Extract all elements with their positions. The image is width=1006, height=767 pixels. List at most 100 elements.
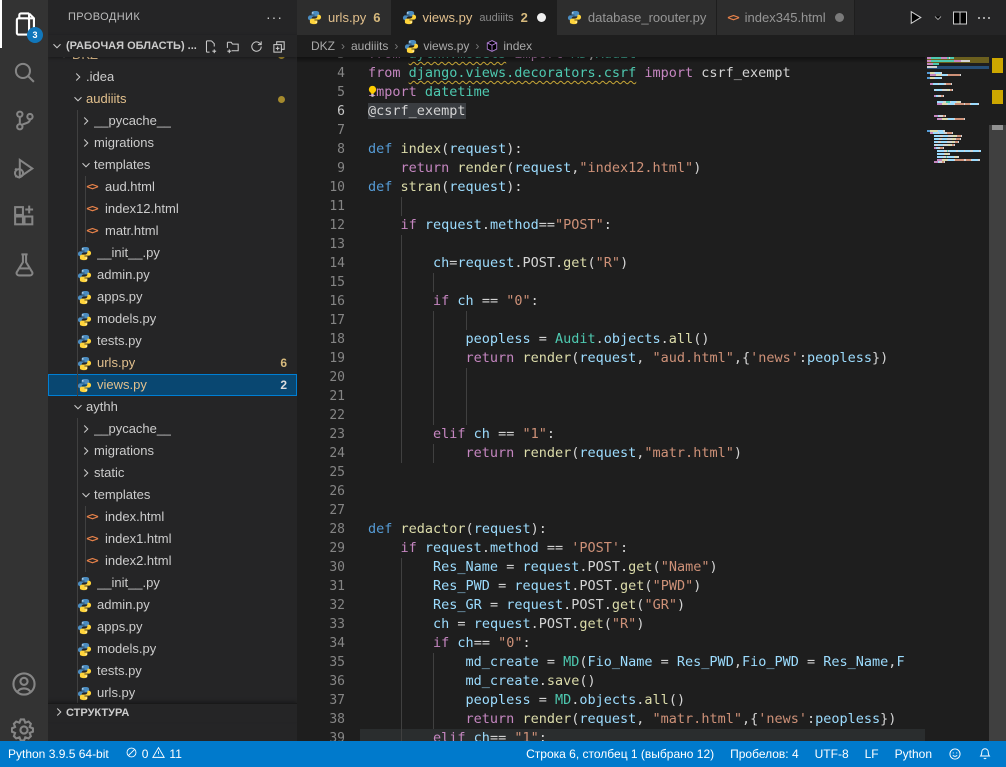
indentation[interactable]: Пробелов: 4 [722,741,807,767]
line-number: 22 [297,406,345,425]
activity-bar: 3 [0,0,48,741]
tree-item-audiiits[interactable]: audiiits [48,88,297,110]
explorer-sidebar: ПРОВОДНИК ··· (РАБОЧАЯ ОБЛАСТЬ) ... DKZ.… [48,0,297,741]
encoding[interactable]: UTF-8 [807,741,857,767]
tree-item-apps.py[interactable]: apps.py [48,286,297,308]
tree-item-tests.py[interactable]: tests.py [48,330,297,352]
notifications-bell-icon[interactable] [970,741,1000,767]
tree-item-apps.py[interactable]: apps.py [48,616,297,638]
code-line-10: 10def stran(request): [297,178,925,197]
sidebar-header: ПРОВОДНИК ··· [48,0,297,35]
tree-item-admin.py[interactable]: admin.py [48,264,297,286]
activitybar-explorer-icon[interactable]: 3 [0,0,48,48]
tree-item-migrations[interactable]: migrations [48,132,297,154]
tree-item-__pycache__[interactable]: __pycache__ [48,110,297,132]
tab-index345.html[interactable]: <> index345.html [717,0,854,35]
code-editor[interactable]: 3from aythh.models import MD,Audit4from … [297,57,1006,741]
problems-status[interactable]: 0 11 [117,741,190,767]
activitybar-run-and-debug-icon[interactable] [0,144,48,192]
outline-section-header[interactable]: СТРУКТУРА [48,703,297,722]
breadcrumb-item-audiiits[interactable]: audiiits [351,39,388,53]
tree-item-label: models.py [97,308,156,330]
tree-item-label: tests.py [97,330,142,352]
activitybar-search-icon[interactable] [0,48,48,96]
tree-item-__init__.py[interactable]: __init__.py [48,242,297,264]
tree-item-aythh[interactable]: aythh [48,396,297,418]
code-line-22: 22 [297,406,925,425]
tree-item-models.py[interactable]: models.py [48,308,297,330]
breadcrumb-item-DKZ[interactable]: DKZ [311,39,335,53]
tree-item-templates[interactable]: templates [48,484,297,506]
line-number: 33 [297,615,345,634]
tree-item-urls.py[interactable]: urls.py [48,682,297,704]
breadcrumb-item-views.py[interactable]: views.py [404,39,469,54]
minimap[interactable] [925,57,989,741]
activitybar-extensions-icon[interactable] [0,192,48,240]
tree-item-label: apps.py [97,616,143,638]
tree-item-models.py[interactable]: models.py [48,638,297,660]
scrollbar-thumb[interactable] [989,125,1006,741]
activitybar-source-control-icon[interactable] [0,96,48,144]
refresh-explorer-icon[interactable] [249,39,264,54]
tree-item-label: views.py [97,374,147,396]
line-number: 30 [297,558,345,577]
new-file-icon[interactable] [203,39,218,54]
tree-item-label: DKZ [72,57,98,66]
line-number: 13 [297,235,345,254]
python-interpreter[interactable]: Python 3.9.5 64-bit [0,741,117,767]
tree-item-DKZ[interactable]: DKZ [48,57,297,66]
breadcrumb-item-index[interactable]: index [485,39,532,53]
language-mode[interactable]: Python [887,741,940,767]
tree-item-label: tests.py [97,660,142,682]
line-number: 21 [297,387,345,406]
line-number: 18 [297,330,345,349]
tree-item-.idea[interactable]: .idea [48,66,297,88]
line-number: 6 [297,102,345,121]
tree-item-__init__.py[interactable]: __init__.py [48,572,297,594]
explorer-more-icon[interactable]: ··· [266,0,283,35]
python-file-icon [76,268,92,283]
more-actions-icon[interactable] [974,8,994,28]
tab-urls.py[interactable]: urls.py6 [297,0,392,35]
code-line-6: 6@csrf_exempt [297,102,925,121]
cursor-position[interactable]: Строка 6, столбец 1 (выбрано 12) [518,741,722,767]
tree-item-__pycache__[interactable]: __pycache__ [48,418,297,440]
tree-item-admin.py[interactable]: admin.py [48,594,297,616]
lightbulb-icon[interactable] [366,85,379,104]
code-line-11: 11 [297,197,925,216]
line-number: 26 [297,482,345,501]
activitybar-account-icon[interactable] [0,660,48,708]
tree-item-views.py[interactable]: views.py2 [48,374,297,396]
tab-problem-badge: 6 [373,10,380,25]
python-file-icon [307,10,322,25]
run-icon[interactable] [905,7,926,28]
tree-item-migrations[interactable]: migrations [48,440,297,462]
workspace-section-header[interactable]: (РАБОЧАЯ ОБЛАСТЬ) ... [48,35,297,57]
python-file-icon [76,246,92,261]
tree-indent-guide [77,418,78,722]
line-number: 15 [297,273,345,292]
collapse-folders-icon[interactable] [272,39,287,54]
split-editor-icon[interactable] [950,8,970,28]
tree-item-urls.py[interactable]: urls.py6 [48,352,297,374]
line-number: 28 [297,520,345,539]
unsaved-dot-icon[interactable] [537,13,546,22]
tree-item-static[interactable]: static [48,462,297,484]
eol-sequence[interactable]: LF [857,741,887,767]
activitybar-testing-icon[interactable] [0,240,48,288]
tab-views.py[interactable]: views.pyaudiiits2 [392,0,557,35]
tree-item-label: urls.py [97,682,135,704]
unsaved-dot-icon[interactable] [835,13,844,22]
tree-item-templates[interactable]: templates [48,154,297,176]
scrollbar[interactable] [989,57,1006,741]
line-number: 14 [297,254,345,273]
new-folder-icon[interactable] [226,39,241,54]
breadcrumb-separator: › [341,39,345,53]
feedback-icon[interactable] [940,741,970,767]
run-dropdown-icon[interactable] [930,10,946,26]
python-file-icon [76,598,92,613]
tree-item-tests.py[interactable]: tests.py [48,660,297,682]
line-number: 32 [297,596,345,615]
tab-database_roouter.py[interactable]: database_roouter.py [557,0,718,35]
line-number: 5 [297,83,345,102]
